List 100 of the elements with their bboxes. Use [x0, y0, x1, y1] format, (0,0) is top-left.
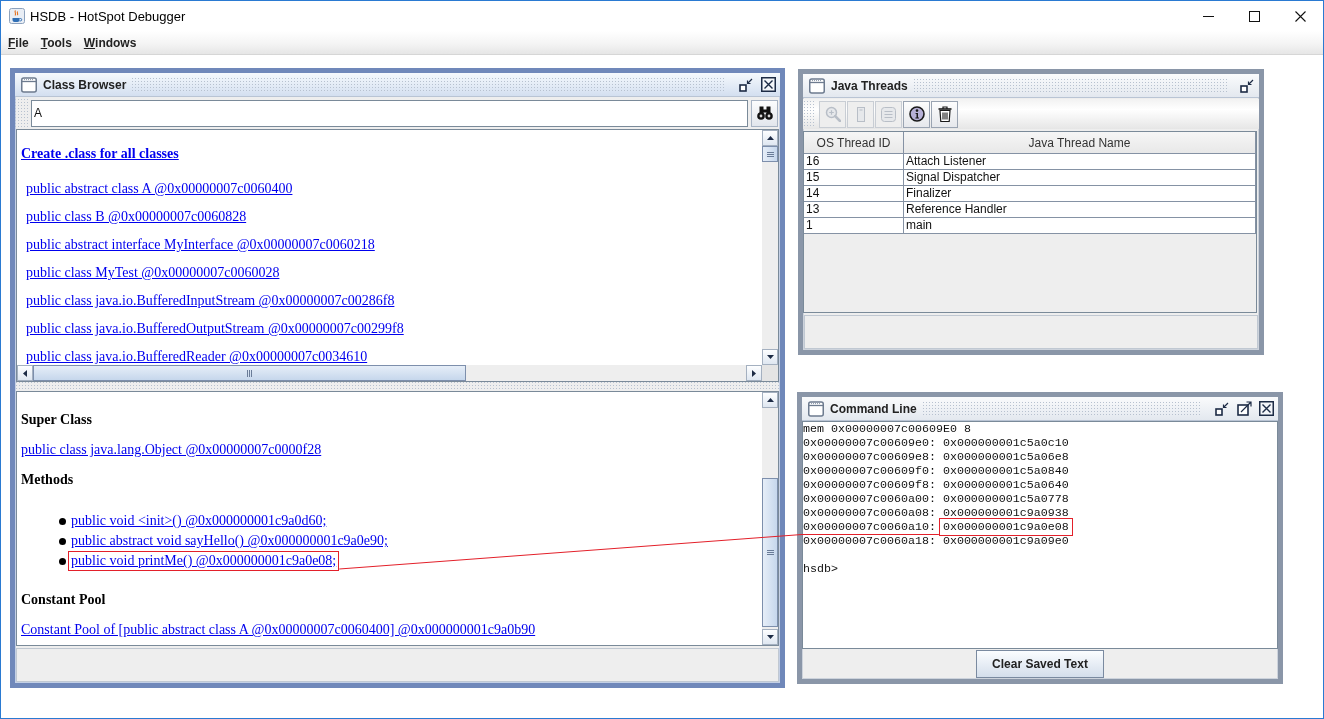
vertical-scrollbar[interactable] — [762, 130, 778, 365]
info-icon — [908, 106, 925, 122]
constant-pool-link[interactable]: Constant Pool of [public abstract class A @0x00000007c0060400] @0x000000001c9a0b90 — [21, 622, 536, 637]
window-title: HSDB - HotSpot Debugger — [30, 8, 186, 24]
scrollbar-thumb[interactable] — [33, 365, 466, 381]
table-row[interactable]: 1 main — [804, 218, 1256, 234]
search-field[interactable]: A — [31, 99, 748, 127]
memory-address: 0x00000007c0060a00: — [803, 492, 936, 506]
section-heading: Methods — [20, 471, 75, 489]
command-prompt: hsdb> — [803, 562, 839, 576]
class-link[interactable]: public class MyTest @0x00000007c0060028 — [26, 265, 280, 280]
table-cell: main — [904, 218, 1256, 234]
scroll-down-button[interactable] — [762, 349, 778, 365]
method-link[interactable]: public void printMe() @0x000000001c9a0e08; — [68, 551, 340, 571]
table-row[interactable]: 14 Finalizer — [804, 186, 1256, 202]
scrollbar-thumb[interactable] — [762, 146, 778, 162]
column-header[interactable]: Java Thread Name — [904, 132, 1256, 154]
memory-address: 0x00000007c0060a18: — [803, 534, 936, 548]
memory-value: 0x000000001c5a0840 — [942, 464, 1069, 478]
memory-address: 0x00000007c00609f8: — [803, 478, 936, 492]
window-icon — [809, 77, 825, 94]
class-link[interactable]: public abstract class A @0x00000007c0060400 — [26, 181, 293, 196]
scroll-up-button[interactable] — [762, 130, 778, 146]
memory-value: 0x000000001c5a0778 — [942, 492, 1069, 506]
scroll-up-button[interactable] — [762, 392, 778, 408]
memory-value: 0x000000001c5a0640 — [942, 478, 1069, 492]
menu-item[interactable]: File — [2, 33, 35, 52]
table-row[interactable]: 15 Signal Dispatcher — [804, 170, 1256, 186]
class-link[interactable]: public class java.io.BufferedReader @0x00000007c0034610 — [26, 349, 368, 364]
memory-address: 0x00000007c00609e8: — [803, 450, 936, 464]
minimize-button[interactable] — [1239, 77, 1255, 94]
section-heading: Super Class — [20, 411, 93, 429]
trash-icon — [937, 106, 952, 122]
toolbar-button[interactable] — [903, 100, 930, 128]
close-button[interactable] — [760, 76, 776, 93]
minimize-button[interactable] — [1214, 400, 1230, 417]
close-icon — [1294, 10, 1306, 22]
grip-icon — [247, 369, 252, 377]
class-link[interactable]: public class java.io.BufferedOutputStream @0x00000007c00299f8 — [26, 321, 404, 336]
note-icon — [881, 106, 896, 122]
grip-handle[interactable] — [15, 99, 28, 127]
minimize-icon — [739, 77, 753, 92]
memory-value: 0x000000001c9a0938 — [942, 506, 1069, 520]
section-heading: Constant Pool — [20, 591, 107, 609]
menu-item[interactable]: Tools — [34, 33, 78, 52]
create-class-link[interactable]: Create .class for all classes — [21, 146, 179, 161]
superclass-link[interactable]: public class java.lang.Object @0x00000007c0000f28 — [21, 442, 322, 457]
binoculars-icon — [756, 106, 773, 120]
memory-address: 0x00000007c00609e0: — [803, 436, 936, 450]
close-icon — [1258, 401, 1274, 416]
table-row[interactable]: 13 Reference Handler — [804, 202, 1256, 218]
memory-address: 0x00000007c0060a10: — [803, 520, 936, 534]
title-bar[interactable]: Command Line — [802, 397, 1278, 421]
grip-icon — [766, 151, 774, 157]
column-header[interactable]: OS Thread ID — [804, 132, 904, 154]
scroll-left-button[interactable] — [17, 365, 33, 381]
right-arrow-icon — [752, 369, 756, 377]
horizontal-scrollbar[interactable] — [17, 365, 762, 381]
scrollbar-thumb[interactable] — [762, 478, 778, 627]
grip-icon — [766, 550, 774, 555]
class-link[interactable]: public class B @0x00000007c0060828 — [26, 209, 247, 224]
up-arrow-icon — [766, 136, 774, 140]
scroll-right-button[interactable] — [746, 365, 762, 381]
window-title: Class Browser — [43, 77, 127, 92]
close-button[interactable] — [1258, 400, 1274, 417]
console-field[interactable] — [802, 421, 1278, 649]
window-title: Command Line — [830, 401, 917, 416]
minimize-button[interactable] — [738, 76, 754, 93]
left-arrow-icon — [23, 369, 27, 377]
title-bar[interactable]: Class Browser — [15, 73, 780, 97]
grip-handle[interactable] — [804, 101, 814, 127]
close-icon — [760, 77, 776, 92]
memory-value: 0x000000001c5a06e8 — [942, 450, 1069, 464]
class-link[interactable]: public abstract interface MyInterface @0x00000007c0060218 — [26, 237, 375, 252]
maximize-button[interactable] — [1236, 400, 1252, 417]
window-icon — [808, 400, 824, 417]
maximize-icon — [1248, 10, 1260, 22]
scroll-down-button[interactable] — [762, 629, 778, 645]
menu-item[interactable]: Windows — [77, 33, 143, 52]
magnifier-icon — [824, 106, 841, 122]
title-bar[interactable]: Java Threads — [803, 74, 1259, 98]
find-button[interactable] — [751, 99, 778, 127]
maximize-icon — [1236, 401, 1252, 416]
memory-address: 0x00000007c0060a08: — [803, 506, 936, 520]
table-cell: 1 — [804, 218, 904, 234]
method-link[interactable]: public abstract void sayHello() @0x000000001c9a0e90; — [71, 533, 388, 549]
method-link[interactable]: public void <init>() @0x000000001c9a0d60; — [71, 513, 327, 529]
toolbar-button[interactable] — [931, 100, 958, 128]
memory-value: 0x000000001c9a0e08 — [938, 518, 1073, 536]
command-text: mem 0x00000007c00609E0 8 — [803, 422, 972, 436]
scrollbar-corner — [762, 365, 778, 381]
window-icon — [21, 76, 37, 93]
bullet-icon — [59, 557, 66, 565]
down-arrow-icon — [766, 355, 774, 359]
memory-address: 0x00000007c00609f0: — [803, 464, 936, 478]
clear-button[interactable]: Clear Saved Text — [976, 650, 1104, 678]
vertical-scrollbar[interactable] — [762, 392, 778, 645]
page-icon — [856, 106, 865, 122]
class-link[interactable]: public class java.io.BufferedInputStream @0x00000007c00286f8 — [26, 293, 395, 308]
table-row[interactable]: 16 Attach Listener — [804, 154, 1256, 170]
